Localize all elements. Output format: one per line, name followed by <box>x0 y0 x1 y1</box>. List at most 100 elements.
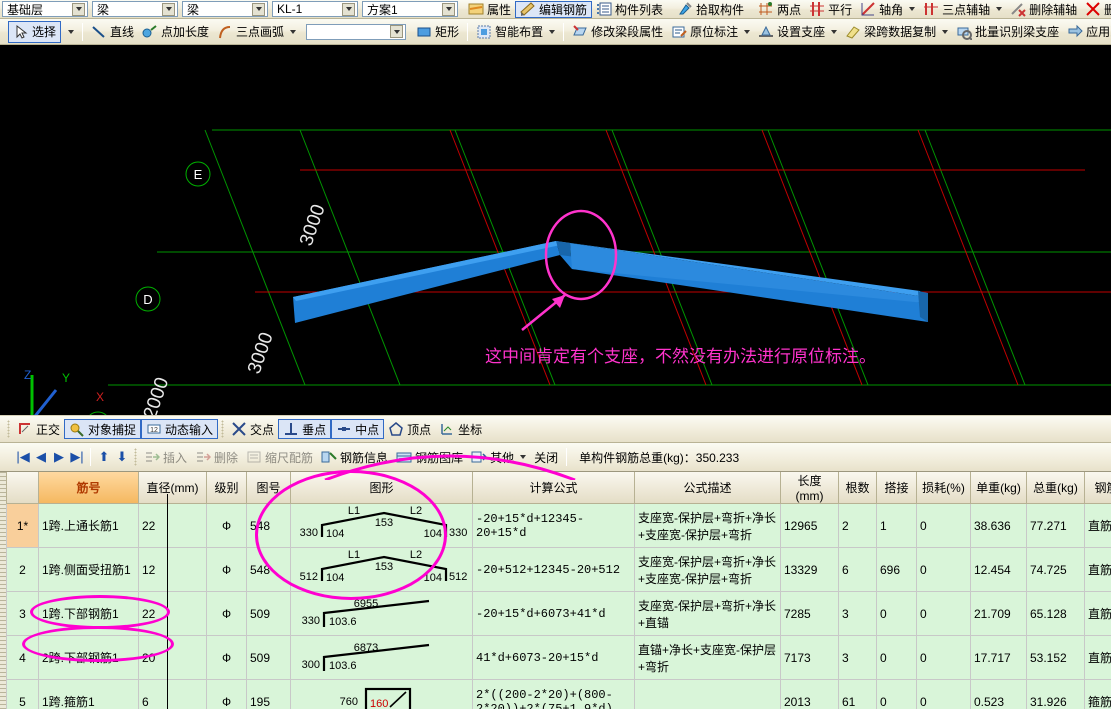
shape-cell[interactable]: 760 160 <box>290 679 473 709</box>
loss-cell[interactable]: 0 <box>916 679 971 709</box>
formula-cell[interactable]: -20+15*d+12345-20+15*d <box>472 503 635 548</box>
count-cell[interactable]: 3 <box>838 635 877 680</box>
3d-viewport[interactable]: E D C 2 3 4 <box>0 45 1111 415</box>
lap-cell[interactable]: 696 <box>876 547 917 592</box>
col-shape[interactable]: 图形 <box>290 472 473 504</box>
shape-cell[interactable]: L1 L2 153 512 104 104 512 <box>290 547 473 592</box>
unit-weight-cell[interactable]: 21.709 <box>970 591 1027 636</box>
diameter-cell[interactable]: 20 <box>138 635 207 680</box>
grade-cell[interactable]: Ф <box>206 679 247 709</box>
length-cell[interactable]: 13329 <box>780 547 839 592</box>
chevron-down-icon[interactable] <box>342 2 355 16</box>
shape-cell[interactable]: L1 L2 153 330 104 104 330 <box>290 503 473 548</box>
col-lap[interactable]: 搭接 <box>876 472 917 504</box>
rectangle-tool[interactable]: 矩形 <box>412 21 463 43</box>
rebar-type-cell[interactable]: 直筋 <box>1084 503 1111 548</box>
lap-cell[interactable]: 0 <box>876 591 917 636</box>
rebar-no-cell[interactable]: 1跨.箍筋1 <box>38 679 139 709</box>
apply-same-name-beam-tool[interactable]: 应用到同名梁 <box>1063 21 1111 43</box>
length-cell[interactable]: 7285 <box>780 591 839 636</box>
shape-cell[interactable]: 6955 330 103.6 <box>290 591 473 636</box>
delete-aux-axis-button[interactable]: 删除辅轴 <box>1006 1 1081 18</box>
loss-cell[interactable]: 0 <box>916 547 971 592</box>
object-snap-toggle[interactable]: 对象捕捉 <box>64 419 142 439</box>
component-combo[interactable]: 梁 <box>182 1 268 17</box>
formula-desc-cell[interactable]: 支座宽-保护层+弯折+净长+支座宽-保护层+弯折 <box>634 503 781 548</box>
select-tool[interactable]: 选择 <box>8 20 62 43</box>
previous-record-button[interactable]: ◀ <box>32 448 50 466</box>
table-row[interactable]: 3 1跨.下部钢筋1 22 Ф 509 6955 330 103.6 -20+15*d+6073… <box>6 591 1111 636</box>
formula-cell[interactable]: -20+512+12345-20+512 <box>472 547 635 592</box>
move-up-button[interactable]: ⬆ <box>95 448 113 466</box>
properties-button[interactable]: 属性 <box>464 1 515 18</box>
chevron-down-icon[interactable] <box>996 7 1003 11</box>
grade-cell[interactable]: Ф <box>206 635 247 680</box>
collapse-rebar-button[interactable]: 缩尺配筋 <box>242 446 317 468</box>
table-row[interactable]: 4 2跨.下部钢筋1 20 Ф 509 6873 300 103.6 41*d+6073-20+… <box>6 635 1111 680</box>
perpendicular-snap[interactable]: 垂点 <box>278 419 332 439</box>
set-support-tool[interactable]: 设置支座 <box>754 21 841 43</box>
formula-desc-cell[interactable]: 直锚+净长+支座宽-保护层+弯折 <box>634 635 781 680</box>
ortho-toggle[interactable]: 正交 <box>13 419 64 439</box>
rebar-no-cell[interactable]: 2跨.下部钢筋1 <box>38 635 139 680</box>
rebar-no-cell[interactable]: 1跨.上通长筋1 <box>38 503 139 548</box>
chevron-down-icon[interactable] <box>290 29 297 34</box>
component-type-combo[interactable]: 梁 <box>92 1 178 17</box>
rebar-type-cell[interactable]: 直筋 <box>1084 591 1111 636</box>
midpoint-snap[interactable]: 中点 <box>331 419 385 439</box>
rebar-type-cell[interactable]: 箍筋 <box>1084 679 1111 709</box>
formula-desc-cell[interactable]: 支座宽-保护层+弯折+净长+直锚 <box>634 591 781 636</box>
col-loss[interactable]: 损耗(%) <box>916 472 971 504</box>
col-diameter[interactable]: 直径(mm) <box>138 472 207 504</box>
rebar-info-button[interactable]: 钢筋信息 <box>317 446 392 468</box>
loss-cell[interactable]: 0 <box>916 591 971 636</box>
chevron-down-icon[interactable] <box>744 29 751 34</box>
grade-cell[interactable]: Ф <box>206 591 247 636</box>
length-cell[interactable]: 12965 <box>780 503 839 548</box>
figure-no-cell[interactable]: 509 <box>246 591 291 636</box>
chevron-down-icon[interactable] <box>442 2 455 16</box>
chevron-down-icon[interactable] <box>68 29 75 34</box>
total-weight-cell[interactable]: 31.926 <box>1026 679 1085 709</box>
beam-span-copy-tool[interactable]: 梁跨数据复制 <box>841 21 952 43</box>
point-length-tool[interactable]: 点加长度 <box>138 21 213 43</box>
col-formula-desc[interactable]: 公式描述 <box>634 472 781 504</box>
chevron-down-icon[interactable] <box>252 2 265 16</box>
dynamic-input-toggle[interactable]: 12 动态输入 <box>141 419 219 439</box>
col-grade[interactable]: 级别 <box>206 472 247 504</box>
intersection-snap[interactable]: 交点 <box>227 419 278 439</box>
rebar-type-cell[interactable]: 直筋 <box>1084 547 1111 592</box>
close-grid-button[interactable]: 关闭 <box>530 446 562 468</box>
table-row[interactable]: 5 1跨.箍筋1 6 Ф 195 760 160 2*((200-2*20)+(800-2*2… <box>6 679 1111 709</box>
edit-rebar-button[interactable]: 编辑钢筋 <box>515 0 593 18</box>
col-total-weight[interactable]: 总重(kg) <box>1026 472 1085 504</box>
coordinate-snap[interactable]: 坐标 <box>435 419 486 439</box>
loss-cell[interactable]: 0 <box>916 635 971 680</box>
diameter-cell[interactable]: 22 <box>138 591 207 636</box>
rebar-library-button[interactable]: 钢筋图库 <box>392 446 467 468</box>
modify-beam-segment-tool[interactable]: 修改梁段属性 <box>568 21 667 43</box>
floor-combo[interactable]: 基础层 <box>2 1 88 17</box>
parallel-button[interactable]: 平行 <box>805 1 856 18</box>
col-formula[interactable]: 计算公式 <box>472 472 635 504</box>
figure-no-cell[interactable]: 548 <box>246 547 291 592</box>
delete-dimension-button[interactable]: 删除标注 <box>1081 1 1111 18</box>
three-point-aux-axis-button[interactable]: 三点辅轴 <box>919 1 1006 18</box>
table-row[interactable]: 1* 1跨.上通长筋1 22 Ф 548 L1 L2 153 330 104 104 330 -20+1… <box>6 503 1111 548</box>
vertex-snap[interactable]: 顶点 <box>384 419 435 439</box>
rebar-no-cell[interactable]: 1跨.侧面受扭筋1 <box>38 547 139 592</box>
count-cell[interactable]: 2 <box>838 503 877 548</box>
in-place-annotation-tool[interactable]: 原位标注 <box>667 21 754 43</box>
figure-no-cell[interactable]: 195 <box>246 679 291 709</box>
move-down-button[interactable]: ⬇ <box>113 448 131 466</box>
figure-no-cell[interactable]: 548 <box>246 503 291 548</box>
select-tool-dropdown[interactable] <box>61 21 78 43</box>
total-weight-cell[interactable]: 77.271 <box>1026 503 1085 548</box>
col-figure-no[interactable]: 图号 <box>246 472 291 504</box>
formula-cell[interactable]: 41*d+6073-20+15*d <box>472 635 635 680</box>
grade-combo[interactable]: KL-1 <box>272 1 358 17</box>
unit-weight-cell[interactable]: 0.523 <box>970 679 1027 709</box>
col-count[interactable]: 根数 <box>838 472 877 504</box>
total-weight-cell[interactable]: 53.152 <box>1026 635 1085 680</box>
rebar-no-cell[interactable]: 1跨.下部钢筋1 <box>38 591 139 636</box>
